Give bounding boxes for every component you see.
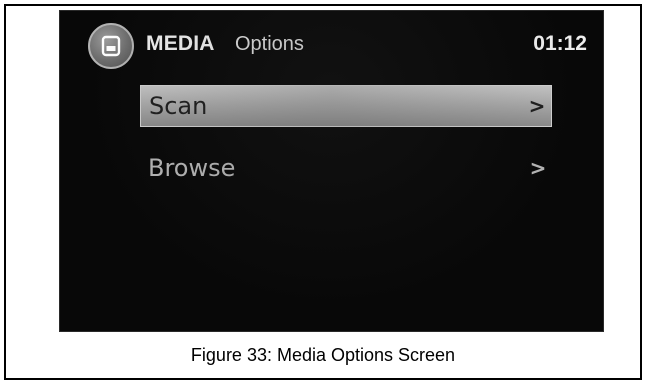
options-menu: Scan > Browse > [140,85,552,209]
menu-item-label: Browse [148,154,236,182]
chevron-right-icon: > [529,156,547,180]
media-player-icon [88,23,134,69]
menu-item-scan[interactable]: Scan > [140,85,552,127]
clock-display: 01:12 [533,32,587,55]
figure-caption: Figure 33: Media Options Screen [190,345,456,365]
media-options-screen: MEDIA Options 01:12 Scan > Browse > [59,10,604,332]
screen-subtitle: Options [235,33,304,55]
figure-frame: MEDIA Options 01:12 Scan > Browse > Figu… [4,4,642,380]
screen-title: MEDIA [146,32,215,55]
menu-item-label: Scan [149,92,208,120]
menu-item-browse[interactable]: Browse > [140,147,552,189]
chevron-right-icon: > [528,94,546,118]
media-device-glyph [101,35,121,57]
